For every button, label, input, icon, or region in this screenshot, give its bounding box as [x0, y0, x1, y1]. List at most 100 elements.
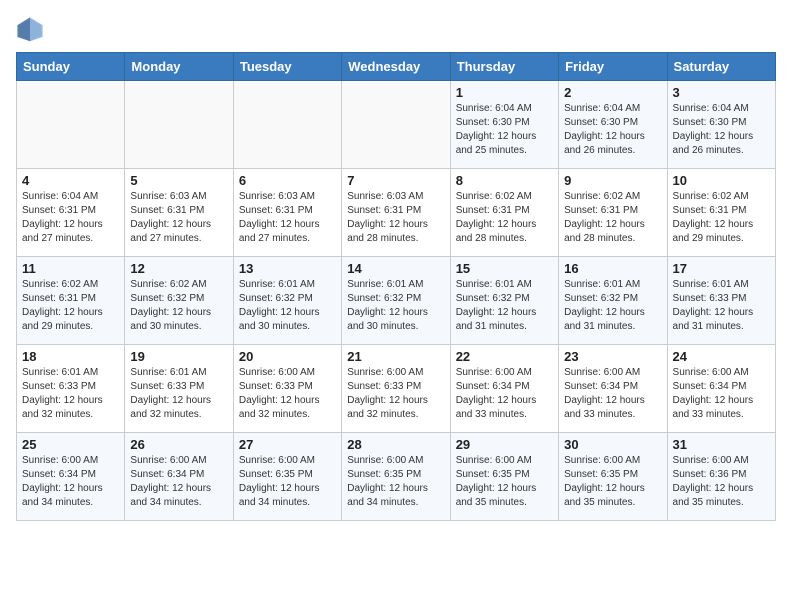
calendar-body: 1 Sunrise: 6:04 AM Sunset: 6:30 PM Daylig…: [17, 81, 776, 521]
calendar-cell: [342, 81, 450, 169]
day-number: 2: [564, 85, 661, 100]
calendar-cell: 4 Sunrise: 6:04 AM Sunset: 6:31 PM Daylig…: [17, 169, 125, 257]
day-info: Sunrise: 6:02 AM Sunset: 6:32 PM Dayligh…: [130, 278, 227, 334]
day-info: Sunrise: 6:04 AM Sunset: 6:30 PM Dayligh…: [673, 102, 770, 158]
day-info: Sunrise: 6:04 AM Sunset: 6:30 PM Dayligh…: [564, 102, 661, 158]
day-info: Sunrise: 6:01 AM Sunset: 6:33 PM Dayligh…: [673, 278, 770, 334]
day-number: 22: [456, 349, 553, 364]
day-number: 14: [347, 261, 444, 276]
day-info: Sunrise: 6:01 AM Sunset: 6:33 PM Dayligh…: [22, 366, 119, 422]
calendar-cell: 25 Sunrise: 6:00 AM Sunset: 6:34 PM Dayli…: [17, 433, 125, 521]
day-header-tuesday: Tuesday: [233, 53, 341, 81]
day-number: 27: [239, 437, 336, 452]
calendar-cell: 30 Sunrise: 6:00 AM Sunset: 6:35 PM Dayli…: [559, 433, 667, 521]
calendar-cell: 16 Sunrise: 6:01 AM Sunset: 6:32 PM Dayli…: [559, 257, 667, 345]
calendar-cell: 14 Sunrise: 6:01 AM Sunset: 6:32 PM Dayli…: [342, 257, 450, 345]
day-info: Sunrise: 6:00 AM Sunset: 6:35 PM Dayligh…: [564, 454, 661, 510]
calendar-cell: 3 Sunrise: 6:04 AM Sunset: 6:30 PM Daylig…: [667, 81, 775, 169]
day-number: 7: [347, 173, 444, 188]
calendar-cell: 22 Sunrise: 6:00 AM Sunset: 6:34 PM Dayli…: [450, 345, 558, 433]
calendar-cell: 10 Sunrise: 6:02 AM Sunset: 6:31 PM Dayli…: [667, 169, 775, 257]
day-info: Sunrise: 6:04 AM Sunset: 6:30 PM Dayligh…: [456, 102, 553, 158]
calendar-cell: 26 Sunrise: 6:00 AM Sunset: 6:34 PM Dayli…: [125, 433, 233, 521]
day-info: Sunrise: 6:01 AM Sunset: 6:32 PM Dayligh…: [564, 278, 661, 334]
calendar-header: SundayMondayTuesdayWednesdayThursdayFrid…: [17, 53, 776, 81]
day-info: Sunrise: 6:03 AM Sunset: 6:31 PM Dayligh…: [239, 190, 336, 246]
day-number: 5: [130, 173, 227, 188]
days-of-week-row: SundayMondayTuesdayWednesdayThursdayFrid…: [17, 53, 776, 81]
day-number: 12: [130, 261, 227, 276]
week-row-2: 4 Sunrise: 6:04 AM Sunset: 6:31 PM Daylig…: [17, 169, 776, 257]
day-number: 24: [673, 349, 770, 364]
day-info: Sunrise: 6:00 AM Sunset: 6:34 PM Dayligh…: [130, 454, 227, 510]
day-header-wednesday: Wednesday: [342, 53, 450, 81]
calendar-cell: 7Sunrise: 6:03 AM Sunset: 6:31 PM Daylig…: [342, 169, 450, 257]
day-info: Sunrise: 6:00 AM Sunset: 6:35 PM Dayligh…: [456, 454, 553, 510]
calendar-cell: 6 Sunrise: 6:03 AM Sunset: 6:31 PM Daylig…: [233, 169, 341, 257]
day-info: Sunrise: 6:00 AM Sunset: 6:34 PM Dayligh…: [564, 366, 661, 422]
logo: [16, 16, 48, 44]
day-number: 19: [130, 349, 227, 364]
day-header-monday: Monday: [125, 53, 233, 81]
day-info: Sunrise: 6:02 AM Sunset: 6:31 PM Dayligh…: [673, 190, 770, 246]
day-info: Sunrise: 6:00 AM Sunset: 6:34 PM Dayligh…: [22, 454, 119, 510]
day-number: 15: [456, 261, 553, 276]
day-number: 23: [564, 349, 661, 364]
day-info: Sunrise: 6:04 AM Sunset: 6:31 PM Dayligh…: [22, 190, 119, 246]
calendar-cell: 24 Sunrise: 6:00 AM Sunset: 6:34 PM Dayli…: [667, 345, 775, 433]
calendar-cell: [233, 81, 341, 169]
day-info: Sunrise: 6:00 AM Sunset: 6:36 PM Dayligh…: [673, 454, 770, 510]
calendar-cell: 21Sunrise: 6:00 AM Sunset: 6:33 PM Dayli…: [342, 345, 450, 433]
calendar-cell: 19 Sunrise: 6:01 AM Sunset: 6:33 PM Dayli…: [125, 345, 233, 433]
day-number: 18: [22, 349, 119, 364]
calendar-cell: 15 Sunrise: 6:01 AM Sunset: 6:32 PM Dayli…: [450, 257, 558, 345]
calendar-cell: 29 Sunrise: 6:00 AM Sunset: 6:35 PM Dayli…: [450, 433, 558, 521]
day-info: Sunrise: 6:03 AM Sunset: 6:31 PM Dayligh…: [130, 190, 227, 246]
calendar-cell: 23 Sunrise: 6:00 AM Sunset: 6:34 PM Dayli…: [559, 345, 667, 433]
week-row-4: 18 Sunrise: 6:01 AM Sunset: 6:33 PM Dayli…: [17, 345, 776, 433]
day-info: Sunrise: 6:00 AM Sunset: 6:34 PM Dayligh…: [456, 366, 553, 422]
day-info: Sunrise: 6:01 AM Sunset: 6:32 PM Dayligh…: [239, 278, 336, 334]
day-info: Sunrise: 6:01 AM Sunset: 6:33 PM Dayligh…: [130, 366, 227, 422]
day-info: Sunrise: 6:01 AM Sunset: 6:32 PM Dayligh…: [347, 278, 444, 334]
day-number: 4: [22, 173, 119, 188]
day-number: 28: [347, 437, 444, 452]
day-number: 3: [673, 85, 770, 100]
day-number: 25: [22, 437, 119, 452]
week-row-3: 11Sunrise: 6:02 AM Sunset: 6:31 PM Dayli…: [17, 257, 776, 345]
day-number: 1: [456, 85, 553, 100]
day-info: Sunrise: 6:00 AM Sunset: 6:34 PM Dayligh…: [673, 366, 770, 422]
day-number: 20: [239, 349, 336, 364]
logo-icon: [16, 16, 44, 44]
day-number: 10: [673, 173, 770, 188]
day-number: 26: [130, 437, 227, 452]
day-header-saturday: Saturday: [667, 53, 775, 81]
calendar-cell: 5 Sunrise: 6:03 AM Sunset: 6:31 PM Daylig…: [125, 169, 233, 257]
day-number: 16: [564, 261, 661, 276]
day-info: Sunrise: 6:00 AM Sunset: 6:35 PM Dayligh…: [239, 454, 336, 510]
day-number: 29: [456, 437, 553, 452]
calendar-cell: [125, 81, 233, 169]
calendar-table: SundayMondayTuesdayWednesdayThursdayFrid…: [16, 52, 776, 521]
day-number: 31: [673, 437, 770, 452]
calendar-cell: 18 Sunrise: 6:01 AM Sunset: 6:33 PM Dayli…: [17, 345, 125, 433]
calendar-cell: 8Sunrise: 6:02 AM Sunset: 6:31 PM Daylig…: [450, 169, 558, 257]
calendar-cell: 31 Sunrise: 6:00 AM Sunset: 6:36 PM Dayli…: [667, 433, 775, 521]
day-number: 11: [22, 261, 119, 276]
day-header-friday: Friday: [559, 53, 667, 81]
calendar-cell: 20Sunrise: 6:00 AM Sunset: 6:33 PM Dayli…: [233, 345, 341, 433]
calendar-cell: 2 Sunrise: 6:04 AM Sunset: 6:30 PM Daylig…: [559, 81, 667, 169]
calendar-cell: [17, 81, 125, 169]
day-info: Sunrise: 6:02 AM Sunset: 6:31 PM Dayligh…: [456, 190, 553, 246]
day-number: 30: [564, 437, 661, 452]
calendar-cell: 27 Sunrise: 6:00 AM Sunset: 6:35 PM Dayli…: [233, 433, 341, 521]
day-info: Sunrise: 6:00 AM Sunset: 6:35 PM Dayligh…: [347, 454, 444, 510]
calendar-cell: 9Sunrise: 6:02 AM Sunset: 6:31 PM Daylig…: [559, 169, 667, 257]
day-number: 6: [239, 173, 336, 188]
calendar-cell: 13 Sunrise: 6:01 AM Sunset: 6:32 PM Dayli…: [233, 257, 341, 345]
day-info: Sunrise: 6:01 AM Sunset: 6:32 PM Dayligh…: [456, 278, 553, 334]
day-info: Sunrise: 6:02 AM Sunset: 6:31 PM Dayligh…: [564, 190, 661, 246]
day-info: Sunrise: 6:00 AM Sunset: 6:33 PM Dayligh…: [347, 366, 444, 422]
day-number: 13: [239, 261, 336, 276]
day-number: 17: [673, 261, 770, 276]
